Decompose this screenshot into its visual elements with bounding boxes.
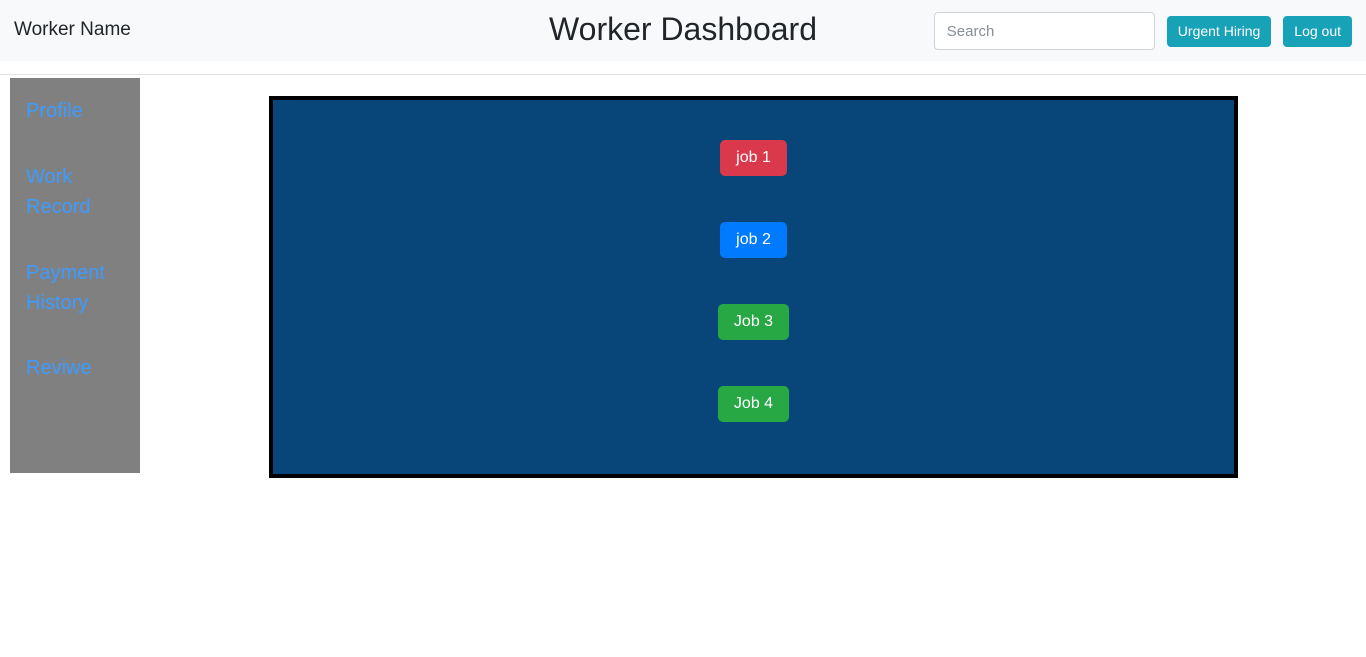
header-divider [0,74,1366,75]
sidebar-item-reviwe[interactable]: Reviwe [26,353,122,383]
urgent-hiring-button[interactable]: Urgent Hiring [1166,15,1272,47]
job-button-3[interactable]: Job 3 [717,304,790,340]
job-button-2[interactable]: job 2 [720,222,787,258]
job-button-1[interactable]: job 1 [720,140,787,176]
top-navbar: Worker Name Worker Dashboard Urgent Hiri… [0,0,1366,61]
search-input[interactable] [933,12,1155,50]
job-panel: job 1 job 2 Job 3 Job 4 [269,96,1238,478]
job-list: job 1 job 2 Job 3 Job 4 [273,100,1234,474]
navbar-actions: Urgent Hiring Log out [933,12,1352,50]
job-button-4[interactable]: Job 4 [717,386,790,422]
sidebar: Profile Work Record Payment History Revi… [10,78,140,473]
logout-button[interactable]: Log out [1283,15,1352,47]
sidebar-item-profile[interactable]: Profile [26,96,122,126]
sidebar-item-payment-history[interactable]: Payment History [26,258,122,318]
sidebar-item-work-record[interactable]: Work Record [26,162,122,222]
